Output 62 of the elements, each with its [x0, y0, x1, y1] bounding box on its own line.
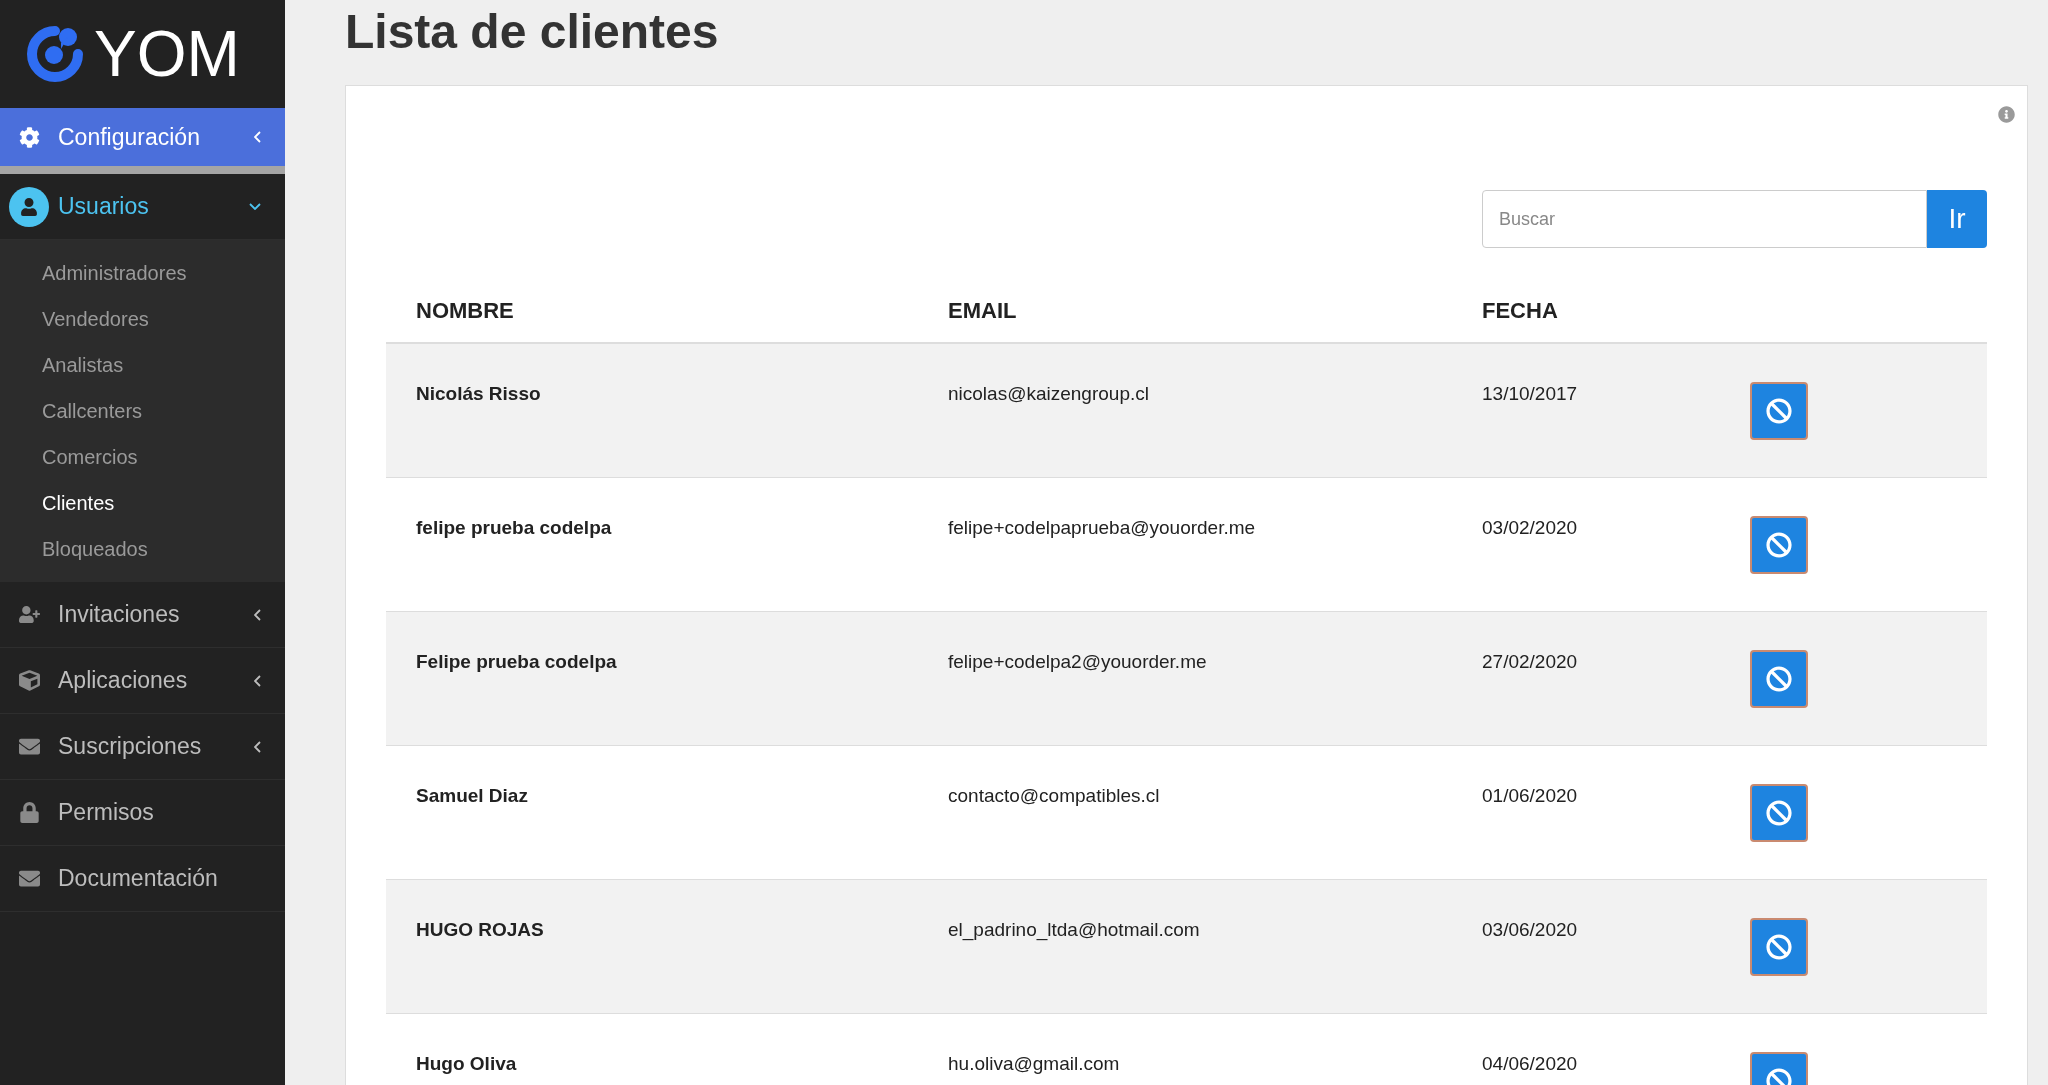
- table-cell-text: nicolas@kaizengroup.cl: [948, 382, 1150, 406]
- chevron-left-icon: [254, 674, 261, 687]
- table-cell-text: hu.oliva@gmail.com: [948, 1052, 1121, 1076]
- search-field[interactable]: Buscar: [1482, 190, 1927, 248]
- table-cell-text: felipe+codelpa2@youorder.me: [948, 650, 1208, 674]
- block-button[interactable]: [1750, 918, 1808, 976]
- block-button[interactable]: [1750, 784, 1808, 842]
- table-cell-text: Samuel Diaz: [416, 784, 529, 808]
- block-button[interactable]: [1750, 382, 1808, 440]
- table-cell-text: 03/06/2020: [1482, 918, 1579, 942]
- table-cell-text: Nicolás Risso: [416, 382, 542, 406]
- submenu-item[interactable]: Analistas: [0, 342, 285, 388]
- sidebar-item[interactable]: Configuración: [0, 108, 285, 174]
- chevron-left-icon: [254, 740, 261, 753]
- search-button[interactable]: Ir: [1927, 190, 1987, 248]
- sidebar-item[interactable]: Suscripciones: [0, 714, 285, 780]
- table-cell-text: 03/02/2020: [1482, 516, 1579, 540]
- chevron-left-icon: [254, 608, 261, 621]
- sidebar-item[interactable]: Documentación: [0, 846, 285, 912]
- column-header: NOMBRE: [416, 296, 515, 325]
- table-cell-text: el_padrino_ltda@hotmail.com: [948, 918, 1201, 943]
- sidebar-item[interactable]: Permisos: [0, 780, 285, 846]
- cube-icon: [18, 670, 40, 691]
- info-icon: [1998, 106, 2015, 123]
- sidebar-item[interactable]: Aplicaciones: [0, 648, 285, 714]
- submenu-item[interactable]: Clientes: [0, 480, 285, 526]
- table-cell-text: contacto@compatibles.cl: [948, 784, 1161, 808]
- submenu-item[interactable]: Comercios: [0, 434, 285, 480]
- sidebar-item[interactable]: Invitaciones: [0, 582, 285, 648]
- submenu-item[interactable]: Administradores: [0, 250, 285, 296]
- chevron-left-icon: [254, 131, 261, 143]
- block-icon: [1766, 934, 1792, 960]
- table-cell-text: HUGO ROJAS: [416, 918, 545, 942]
- table-cell-text: 27/02/2020: [1482, 650, 1579, 674]
- submenu-item[interactable]: Bloqueados: [0, 526, 285, 572]
- table-cell-text: felipe prueba codelpa: [416, 516, 613, 540]
- logo-text: YOM: [94, 22, 240, 86]
- table-cell-text: 13/10/2017: [1482, 382, 1579, 406]
- block-button[interactable]: [1750, 650, 1808, 708]
- envelope-icon: [18, 868, 40, 889]
- table-cell-text: 04/06/2020: [1482, 1052, 1579, 1076]
- table-cell-text: Felipe prueba codelpa: [416, 650, 618, 674]
- table-cell-text: Hugo Oliva: [416, 1052, 518, 1076]
- user-plus-icon: [18, 604, 40, 625]
- lock-icon: [18, 802, 40, 823]
- column-header: FECHA: [1482, 296, 1559, 325]
- block-icon: [1766, 666, 1792, 692]
- chevron-down-icon: [249, 203, 261, 210]
- block-icon: [1766, 532, 1792, 558]
- envelope-icon: [18, 736, 40, 757]
- table-cell-text: felipe+codelpaprueba@youorder.me: [948, 516, 1257, 540]
- submenu-item[interactable]: Callcenters: [0, 388, 285, 434]
- user-icon: [9, 186, 49, 227]
- block-icon: [1766, 800, 1792, 826]
- page-title: Lista de clientes: [345, 4, 720, 60]
- submenu-item[interactable]: Vendedores: [0, 296, 285, 342]
- block-button[interactable]: [1750, 516, 1808, 574]
- gear-icon: [18, 126, 40, 148]
- column-header: EMAIL: [948, 296, 1018, 325]
- logo-icon: [24, 23, 86, 85]
- block-icon: [1766, 398, 1792, 424]
- table-cell-text: 01/06/2020: [1482, 784, 1579, 808]
